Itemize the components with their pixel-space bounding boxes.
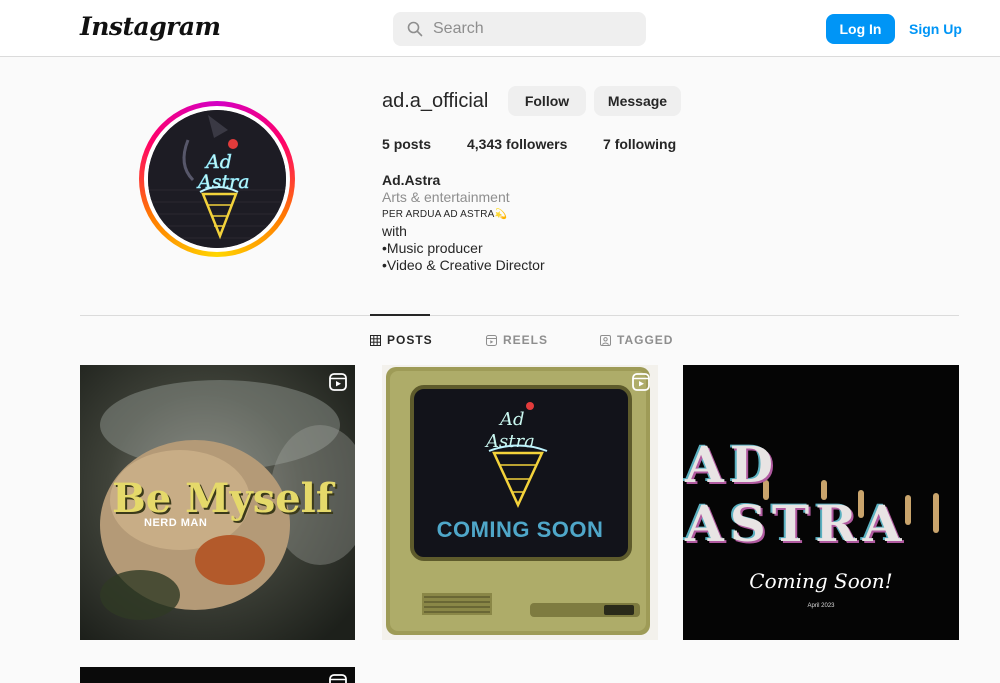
bio-line-2: with [382, 223, 407, 239]
reel-badge-icon [632, 373, 650, 391]
profile-username: ad.a_official [382, 90, 489, 112]
login-button[interactable]: Log In [826, 14, 895, 44]
following-count: 7 [603, 136, 611, 152]
tabs-divider [80, 315, 959, 316]
svg-text:Astra: Astra [484, 431, 535, 452]
active-tab-indicator [370, 314, 430, 316]
reel-badge-icon [329, 674, 347, 683]
signup-link[interactable]: Sign Up [909, 21, 962, 37]
posts-count: 5 [382, 136, 390, 152]
bio-line-3: •Music producer [382, 240, 483, 256]
bio-line-4: •Video & Creative Director [382, 257, 545, 273]
following-label: following [614, 136, 677, 152]
post-3-title: AD ASTRA [685, 435, 908, 553]
svg-text:Ad: Ad [498, 409, 525, 430]
grid-icon [370, 334, 381, 346]
posts-count-stat: 5 posts [382, 136, 431, 152]
tab-posts-label: POSTS [387, 333, 433, 347]
post-tile-1[interactable]: Be Myself NERD MAN [80, 365, 355, 640]
search-input[interactable] [433, 12, 633, 46]
post-2-thumbnail: Ad Astra [382, 365, 658, 640]
post-2-title: COMING SOON [436, 517, 604, 542]
reels-icon [486, 334, 497, 346]
post-tile-3[interactable]: AD ASTRA Coming Soon! April 2023 [683, 365, 959, 640]
post-1-subtitle: NERD MAN [144, 517, 208, 529]
following-count-stat[interactable]: 7 following [603, 136, 676, 152]
post-3-caption: Coming Soon! [749, 569, 893, 593]
posts-label: posts [393, 136, 432, 152]
followers-count-stat[interactable]: 4,343 followers [467, 136, 567, 152]
followers-label: followers [505, 136, 568, 152]
instagram-logo[interactable]: Instagram [80, 12, 221, 41]
avatar-neon-ice-cream-icon: Ad Astra [148, 110, 286, 248]
profile-avatar: Ad Astra [148, 110, 286, 248]
svg-text:Ad: Ad [204, 151, 232, 173]
profile-category: Arts & entertainment [382, 189, 510, 205]
tab-tagged-label: TAGGED [617, 333, 674, 347]
avatar-border: Ad Astra [144, 106, 290, 252]
search-icon [407, 21, 423, 37]
followers-count: 4,343 [467, 136, 503, 152]
top-navigation-bar: Instagram Log In Sign Up [0, 0, 1000, 57]
post-tile-2[interactable]: Ad Astra COMING SOON [382, 365, 658, 640]
post-tile-4[interactable] [80, 667, 355, 683]
post-3-date: April 2023 [807, 603, 835, 609]
tab-reels-label: REELS [503, 333, 549, 347]
follow-button[interactable]: Follow [508, 86, 586, 116]
profile-full-name: Ad.Astra [382, 172, 441, 188]
profile-avatar-ring[interactable]: Ad Astra [139, 101, 295, 257]
tab-posts[interactable]: POSTS [370, 333, 433, 347]
tagged-icon [600, 334, 611, 346]
reel-badge-icon [329, 373, 347, 391]
message-button[interactable]: Message [594, 86, 681, 116]
bio-line-1: PER ARDUA AD ASTRA💫 [382, 209, 508, 220]
search-box[interactable] [393, 12, 646, 46]
tab-reels[interactable]: REELS [486, 333, 548, 347]
tab-tagged[interactable]: TAGGED [600, 333, 673, 347]
post-1-title: Be Myself [112, 475, 334, 522]
